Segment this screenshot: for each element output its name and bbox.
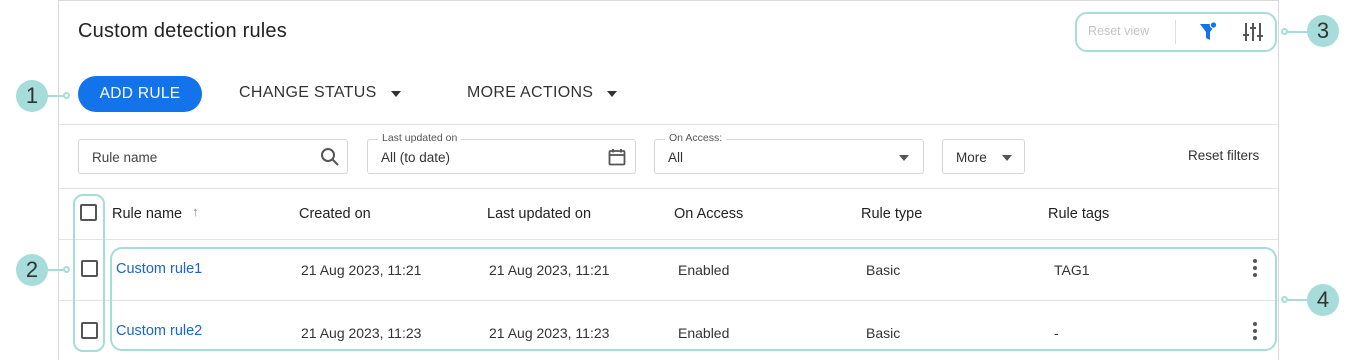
callout-connector-dot: [63, 92, 70, 99]
callout-frame-rows: [110, 247, 1277, 351]
more-actions-button[interactable]: MORE ACTIONS: [467, 84, 618, 102]
chevron-down-icon: [1002, 155, 1012, 161]
callout-connector: [1287, 31, 1308, 33]
calendar-icon[interactable]: [608, 148, 626, 166]
chevron-down-icon: [607, 91, 618, 97]
reset-view-button[interactable]: Reset view: [1088, 24, 1149, 38]
callout-badge-1: 1: [16, 80, 48, 112]
filter-icon[interactable]: [1198, 21, 1218, 43]
on-access-label: On Access:: [665, 132, 727, 144]
divider: [59, 188, 1278, 189]
more-actions-label: MORE ACTIONS: [467, 84, 594, 101]
column-header-rule-type[interactable]: Rule type: [861, 206, 922, 222]
page-title: Custom detection rules: [78, 20, 287, 42]
toolbar-divider: [1175, 20, 1176, 44]
on-access-value: All: [668, 150, 684, 165]
callout-badge-4: 4: [1307, 284, 1339, 316]
rule-name-placeholder: Rule name: [92, 150, 158, 165]
callout-badge-3: 3: [1307, 15, 1339, 47]
rule-name-search-field[interactable]: Rule name: [78, 139, 348, 174]
divider: [59, 239, 1278, 240]
chevron-down-icon: [390, 91, 401, 97]
last-updated-date-field[interactable]: Last updated on All (to date): [367, 132, 636, 174]
last-updated-label: Last updated on: [378, 132, 462, 144]
callout-connector: [1287, 299, 1308, 301]
column-header-label: Rule name: [112, 206, 183, 222]
more-filters-label: More: [956, 150, 987, 165]
column-header-rule-name[interactable]: Rule name ↑: [112, 204, 199, 222]
sort-ascending-icon: ↑: [192, 204, 199, 219]
tune-icon[interactable]: [1242, 21, 1264, 43]
callout-frame-checkboxes: [73, 194, 105, 352]
callout-connector-dot: [63, 266, 70, 273]
chevron-down-icon: [899, 155, 909, 161]
change-status-label: CHANGE STATUS: [239, 84, 377, 101]
on-access-select[interactable]: On Access: All: [654, 132, 924, 174]
column-header-rule-tags[interactable]: Rule tags: [1048, 206, 1109, 222]
callout-badge-2: 2: [16, 254, 48, 286]
more-filters-select[interactable]: More: [942, 139, 1025, 174]
search-icon[interactable]: [320, 147, 340, 167]
reset-filters-link[interactable]: Reset filters: [1188, 148, 1259, 163]
last-updated-value: All (to date): [381, 150, 451, 165]
column-header-last-updated-on[interactable]: Last updated on: [487, 206, 591, 222]
add-rule-button[interactable]: ADD RULE: [78, 76, 202, 112]
column-header-on-access[interactable]: On Access: [674, 206, 743, 222]
column-header-created-on[interactable]: Created on: [299, 206, 371, 222]
divider: [59, 124, 1278, 125]
change-status-button[interactable]: CHANGE STATUS: [239, 84, 401, 102]
